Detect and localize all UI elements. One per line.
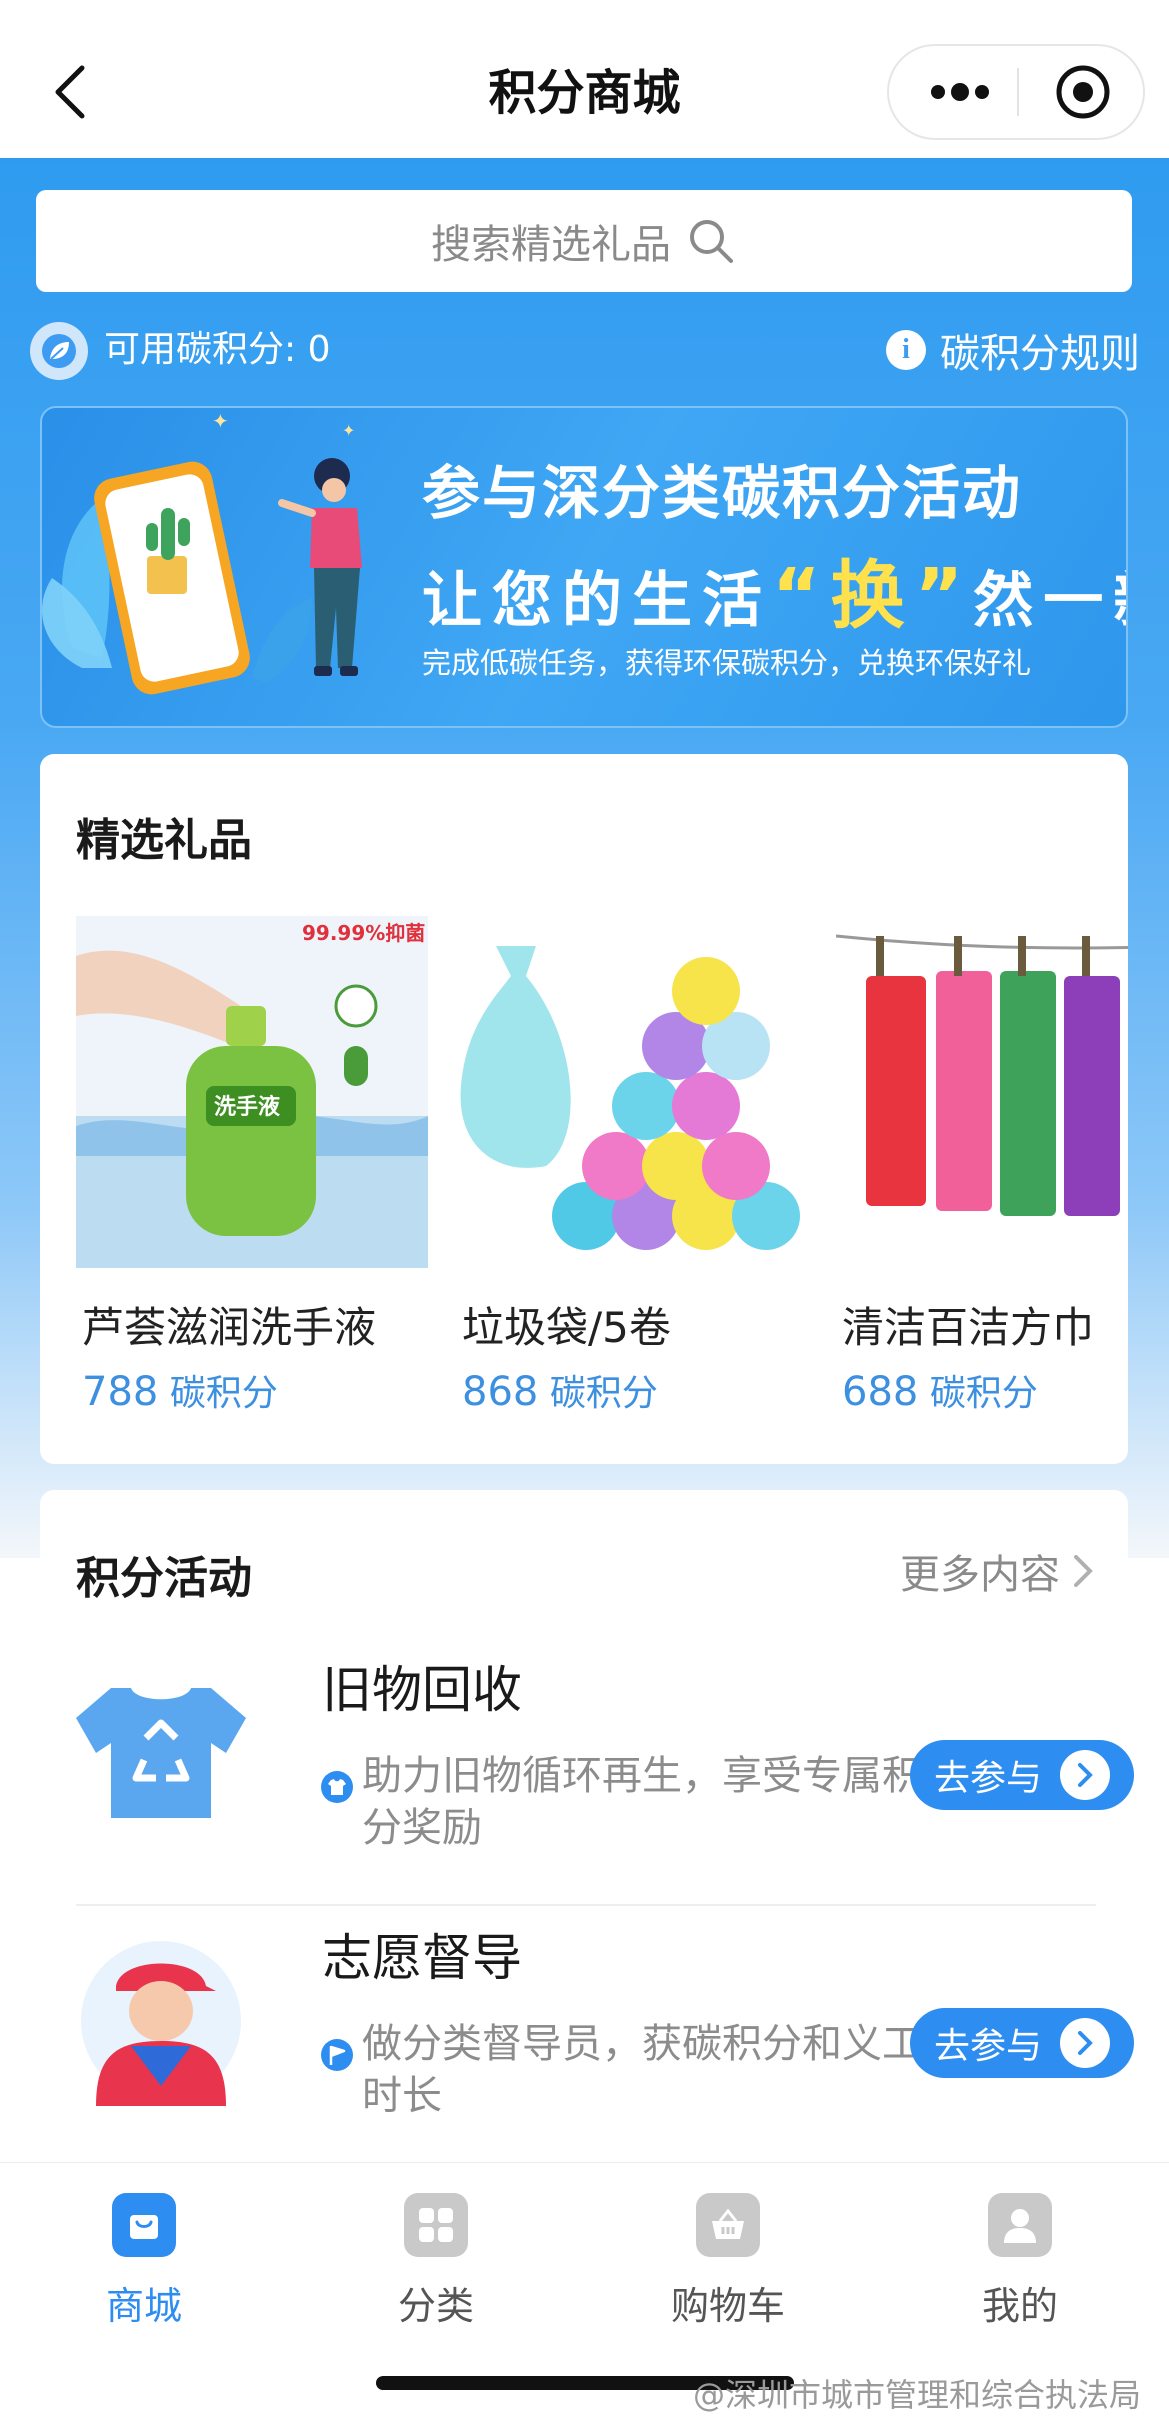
- points-row: 可用碳积分: 0 i 碳积分规则: [30, 318, 1140, 382]
- volunteer-avatar-icon: [81, 1941, 241, 2106]
- flag-small-icon: [321, 2039, 353, 2071]
- shirt-small-icon: [321, 1771, 353, 1803]
- shopping-bag-icon: [112, 2193, 176, 2257]
- gift-name: 芦荟滋润洗手液: [82, 1303, 377, 1352]
- search-icon: [685, 215, 737, 267]
- gift-price-unit: 碳积分: [169, 1373, 278, 1414]
- banner-headline: 参与深分类碳积分活动: [422, 459, 1023, 527]
- join-button[interactable]: 去参与: [910, 1740, 1134, 1810]
- search-input[interactable]: 搜索精选礼品: [36, 190, 1132, 292]
- gift-name: 垃圾袋/5卷: [462, 1303, 671, 1352]
- tab-label: 购物车: [670, 2284, 785, 2328]
- tab-label: 分类: [397, 2284, 474, 2328]
- activity-description: 做分类督导员，获碳积分和义工时长: [362, 2021, 922, 2119]
- activity-divider: [76, 1904, 1096, 1906]
- tab-mall[interactable]: 商城: [44, 2193, 244, 2333]
- banner-slogan: 让您的生活“换”然一新: [422, 536, 1126, 643]
- leaf-coin-icon: [30, 322, 88, 380]
- featured-gifts-card: 精选礼品 99.99%抑菌 洗手液 芦荟滋润洗手液 788 碳积分 垃圾袋/5卷…: [40, 754, 1128, 1464]
- activity-item-volunteer[interactable]: 志愿督导 做分类督导员，获碳积分和义工时长 去参与: [76, 1908, 1134, 2168]
- target-close-icon: [1056, 65, 1110, 119]
- banner-slogan-part1: 让您的生活: [422, 566, 772, 636]
- points-activities-card: 积分活动 更多内容 旧物回收 助力旧物循环再生，享受专属积分奖励 去参与 志愿督…: [40, 1490, 1134, 2190]
- grid-icon: [404, 2193, 468, 2257]
- user-icon: [988, 2193, 1052, 2257]
- gift-price-unit: 碳积分: [549, 1373, 658, 1414]
- more-dots-icon: [931, 83, 989, 101]
- tab-category[interactable]: 分类: [336, 2193, 536, 2333]
- arrow-right-icon: [1060, 2018, 1111, 2068]
- watermark: @深圳市城市管理和综合执法局: [692, 2376, 1141, 2414]
- chevron-right-icon: [1074, 1555, 1093, 1587]
- gift-item[interactable]: 垃圾袋/5卷 868 碳积分: [456, 916, 808, 1415]
- gift-item[interactable]: 清洁百洁方巾 688 碳积分: [836, 916, 1128, 1415]
- trash-bags-image: [456, 916, 808, 1268]
- banner-slogan-highlight: “换”: [772, 553, 974, 639]
- activity-title: 旧物回收: [322, 1661, 522, 1719]
- capsule-menu: [887, 44, 1145, 140]
- promo-banner[interactable]: ✦ ✦ 参与深分类碳积分活动 让您的生活“换”然一新 完成低碳任务，获得环保碳积…: [40, 406, 1128, 728]
- more-content-label: 更多内容: [900, 1552, 1060, 1598]
- info-icon: i: [886, 330, 926, 370]
- tab-cart[interactable]: 购物车: [628, 2193, 828, 2333]
- gift-price-value: 688: [842, 1369, 919, 1415]
- search-placeholder: 搜索精选礼品: [431, 222, 671, 268]
- banner-subtitle: 完成低碳任务，获得环保碳积分，兑换环保好礼: [422, 646, 1032, 680]
- close-miniprogram-button[interactable]: [1027, 46, 1139, 138]
- gift-price: 788 碳积分: [82, 1364, 278, 1416]
- gift-name: 清洁百洁方巾: [842, 1303, 1095, 1352]
- towels-image: [836, 916, 1128, 1268]
- gift-price: 688 碳积分: [842, 1364, 1038, 1416]
- gift-price-value: 788: [82, 1369, 159, 1415]
- tab-label: 商城: [105, 2284, 182, 2328]
- hand-wash-image: 99.99%抑菌 洗手液: [76, 916, 428, 1268]
- activity-title: 志愿督导: [322, 1929, 522, 1987]
- hand-wash-image-text-2: 洗手液: [214, 1094, 280, 1120]
- tshirt-recycle-icon: [76, 1688, 246, 1818]
- points-rules-link[interactable]: i 碳积分规则: [886, 318, 1140, 382]
- svg-text:✦: ✦: [342, 421, 355, 440]
- gift-item[interactable]: 99.99%抑菌 洗手液 芦荟滋润洗手液 788 碳积分: [76, 916, 428, 1415]
- gift-price-value: 868: [462, 1369, 539, 1415]
- tab-label: 我的: [981, 2284, 1058, 2328]
- activity-item-recycle[interactable]: 旧物回收 助力旧物循环再生，享受专属积分奖励 去参与: [76, 1640, 1134, 1900]
- gift-price-unit: 碳积分: [929, 1373, 1038, 1414]
- arrow-right-icon: [1060, 1750, 1111, 1800]
- activities-title: 积分活动: [76, 1553, 252, 1604]
- available-points: 可用碳积分: 0: [104, 329, 331, 370]
- gift-price: 868 碳积分: [462, 1364, 658, 1416]
- svg-text:✦: ✦: [212, 409, 229, 433]
- basket-icon: [696, 2193, 760, 2257]
- capsule-divider: [1017, 68, 1019, 116]
- featured-gifts-title: 精选礼品: [76, 815, 252, 866]
- more-content-link[interactable]: 更多内容: [900, 1542, 1098, 1600]
- phone-cactus-illustration: ✦ ✦: [42, 409, 362, 695]
- join-button[interactable]: 去参与: [910, 2008, 1134, 2078]
- activity-description: 助力旧物循环再生，享受专属积分奖励: [362, 1753, 922, 1851]
- tab-profile[interactable]: 我的: [920, 2193, 1120, 2333]
- more-button[interactable]: [911, 46, 1009, 138]
- banner-slogan-part2: 然一新: [973, 566, 1126, 636]
- join-button-label: 去参与: [934, 1758, 1043, 1799]
- nav-header: 积分商城: [0, 0, 1169, 158]
- join-button-label: 去参与: [934, 2026, 1043, 2067]
- points-rules-label: 碳积分规则: [940, 331, 1140, 377]
- hand-wash-image-text-1: 99.99%抑菌: [302, 921, 425, 945]
